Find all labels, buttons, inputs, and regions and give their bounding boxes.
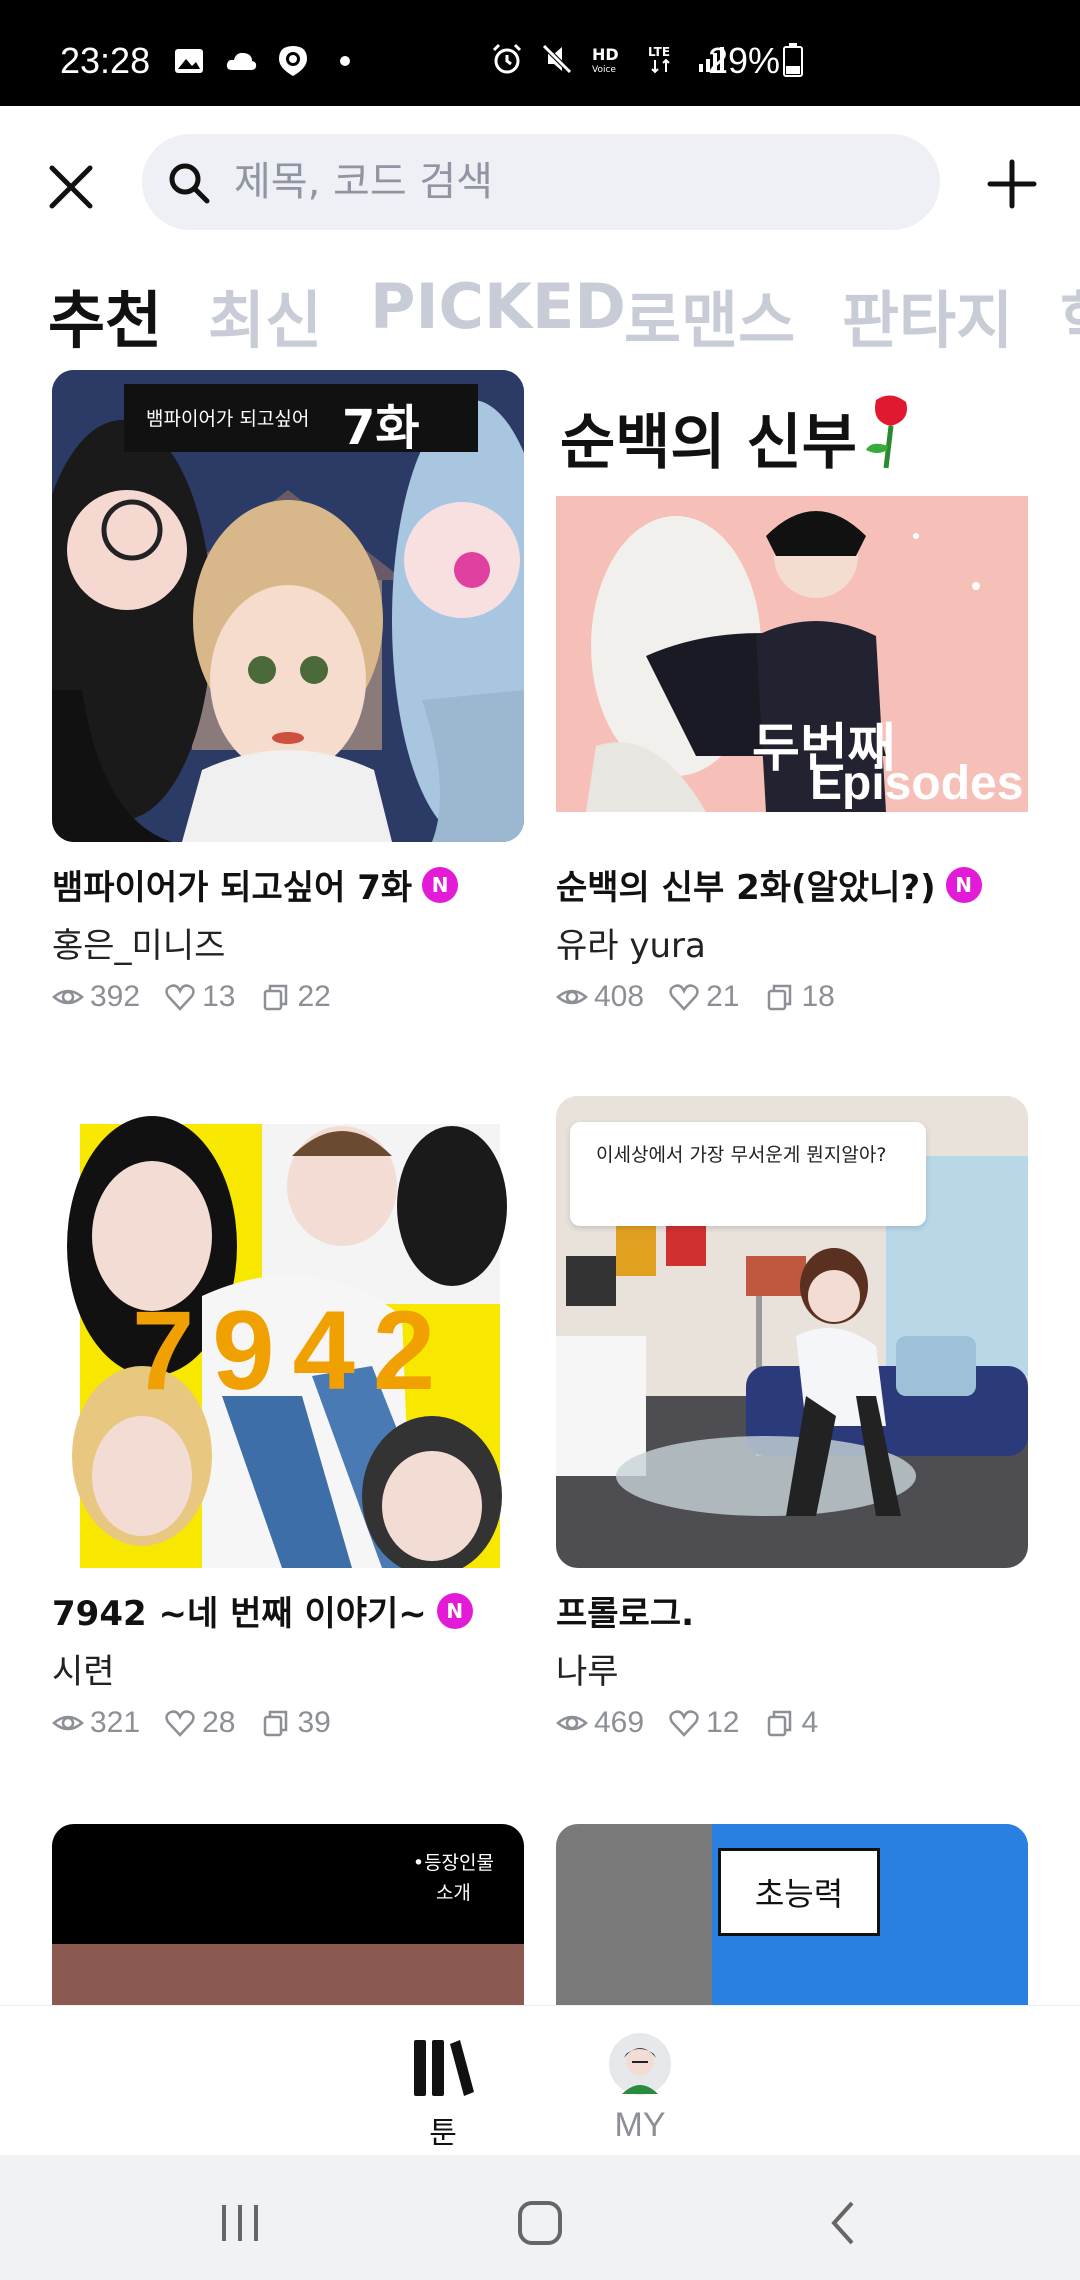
new-badge: N (436, 1592, 473, 1629)
eye-icon (556, 989, 588, 1005)
card-stats: 469 12 4 (556, 1706, 836, 1740)
gallery-icon (175, 49, 203, 73)
card-thumbnail[interactable]: 순백의 신부 두번째 Episodes (556, 370, 1028, 842)
hd-voice-icon: HDVoice (592, 45, 619, 75)
heart-icon (669, 1710, 699, 1737)
svg-text:LTE: LTE (648, 45, 670, 59)
heart-icon (669, 984, 699, 1011)
rose-icon (866, 395, 907, 469)
card-title: 뱀파이어가 되고싶어 7화 (52, 868, 413, 908)
svg-text:Voice: Voice (592, 65, 616, 75)
bottom-navigation: 툰 MY (0, 2005, 1080, 2155)
pages-icon (264, 984, 288, 1011)
likes-count: 13 (202, 980, 236, 1013)
home-icon[interactable] (510, 2193, 570, 2253)
speech-bubble: 이세상에서 가장 무서운게 뭔지알아? (570, 1122, 926, 1226)
nav-my[interactable]: MY (600, 2032, 680, 2145)
pages-count: 22 (297, 980, 331, 1013)
pages-icon (264, 1710, 288, 1737)
tab-romance[interactable]: 로맨스 (624, 270, 795, 360)
thumbnail-banner: 뱀파이어가 되고싶어 7화 (124, 384, 478, 456)
views-count: 469 (594, 1706, 645, 1739)
nav-my-label: MY (614, 2106, 666, 2144)
battery-icon (783, 43, 803, 77)
close-button[interactable] (40, 156, 102, 218)
recents-icon[interactable] (210, 2193, 270, 2253)
nav-toon[interactable]: 툰 (398, 2036, 488, 2152)
new-badge: N (422, 866, 459, 903)
dot-icon (340, 56, 350, 66)
back-icon[interactable] (814, 2193, 874, 2253)
avatar (609, 2033, 671, 2095)
svg-text:HD: HD (592, 45, 619, 64)
top-bar (0, 106, 1080, 256)
tab-recommended[interactable]: 추천 (48, 270, 162, 360)
alarm-icon (492, 43, 522, 74)
card-title: 7942 ~네 번째 이야기~ (52, 1594, 427, 1634)
books-icon (414, 2040, 474, 2096)
eye-icon (52, 1715, 84, 1731)
thumbnail-title: 7942 (132, 1288, 454, 1413)
card-thumbnail[interactable]: 뱀파이어가 되고싶어 7화 (52, 370, 524, 842)
system-navigation-bar (0, 2155, 1080, 2280)
toon-card-partial[interactable]: 초능력 (556, 1824, 1028, 2005)
card-author[interactable]: 홍은_미니즈 (52, 918, 225, 967)
likes-count: 28 (202, 1706, 236, 1739)
card-author[interactable]: 시련 (52, 1644, 115, 1693)
tab-latest[interactable]: 최신 (208, 270, 322, 360)
new-badge: N (945, 866, 982, 903)
status-time: 23:28 (60, 40, 151, 81)
card-author[interactable]: 유라 yura (556, 918, 706, 967)
tab-picked[interactable]: PICKED (370, 270, 626, 343)
pages-count: 18 (801, 980, 835, 1013)
lte-icon: LTE (648, 45, 670, 74)
status-bar: 23:28 HD Voice LTE 29% (0, 0, 1080, 106)
heart-icon (165, 984, 195, 1011)
cloud-icon (226, 52, 257, 70)
thumbnail-caption: 초능력 (718, 1848, 880, 1936)
pages-count: 4 (801, 1706, 819, 1739)
card-stats: 408 21 18 (556, 980, 853, 1014)
tab-fantasy[interactable]: 판타지 (842, 270, 1013, 360)
pages-count: 39 (297, 1706, 331, 1739)
card-title: 프롤로그. (556, 1594, 695, 1634)
search-input[interactable] (234, 134, 914, 230)
card-stats: 392 13 22 (52, 980, 349, 1014)
views-count: 321 (90, 1706, 141, 1739)
heart-icon (165, 1710, 195, 1737)
views-count: 392 (90, 980, 141, 1013)
card-title: 순백의 신부 2화(알았니?) (556, 868, 936, 908)
eye-icon (556, 1715, 588, 1731)
thumbnail-title: 순백의 신부 (560, 408, 857, 478)
nav-toon-label: 툰 (429, 2116, 457, 2151)
thumbnail-caption: •등장인물 소개 (412, 1852, 494, 1904)
add-button[interactable] (982, 154, 1042, 214)
battery-percent: 29% (708, 40, 781, 81)
search-box[interactable] (142, 134, 940, 230)
tab-school[interactable]: 학 (1060, 270, 1080, 360)
zepeto-icon (279, 46, 307, 76)
category-tabs: 추천 최신 PICKED 로맨스 판타지 학 (0, 270, 1080, 360)
card-author[interactable]: 나루 (556, 1644, 619, 1693)
eye-icon (52, 989, 84, 1005)
toon-card-partial[interactable]: •등장인물 소개 (52, 1824, 524, 2005)
pages-icon (768, 1710, 792, 1737)
search-icon (169, 163, 210, 204)
views-count: 408 (594, 980, 645, 1013)
mute-icon (542, 44, 572, 74)
card-thumbnail[interactable]: 7942 (52, 1096, 524, 1568)
likes-count: 21 (706, 980, 740, 1013)
card-thumbnail[interactable]: 이세상에서 가장 무서운게 뭔지알아? (556, 1096, 1028, 1568)
card-stats: 321 28 39 (52, 1706, 349, 1740)
pages-icon (768, 984, 792, 1011)
likes-count: 12 (706, 1706, 740, 1739)
